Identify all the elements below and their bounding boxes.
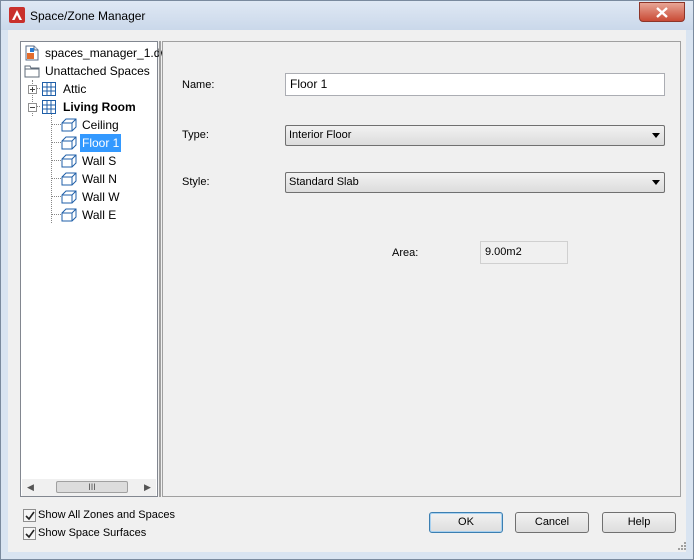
- type-dropdown[interactable]: Interior Floor: [285, 125, 665, 146]
- drawing-file-icon: [25, 45, 39, 61]
- title-bar[interactable]: Space/Zone Manager: [1, 1, 693, 30]
- tree-item-label-selected: Floor 1: [80, 134, 122, 152]
- panel-splitter[interactable]: [159, 41, 161, 497]
- tree-item-wall-w[interactable]: Wall W: [21, 188, 157, 206]
- expand-plus-icon[interactable]: [28, 85, 37, 94]
- tree-item-wall-n[interactable]: Wall N: [21, 170, 157, 188]
- show-space-surfaces-label[interactable]: Show Space Surfaces: [38, 527, 146, 539]
- tree-item-floor-1[interactable]: Floor 1: [21, 134, 157, 152]
- tree-item-wall-e[interactable]: Wall E: [21, 206, 157, 224]
- tree-item-attic[interactable]: Attic: [21, 80, 157, 98]
- tree-item-unattached-spaces[interactable]: Unattached Spaces: [21, 62, 157, 80]
- name-label: Name:: [182, 79, 215, 91]
- cancel-button[interactable]: Cancel: [515, 512, 589, 533]
- folder-icon: [24, 65, 40, 78]
- style-label: Style:: [182, 176, 210, 188]
- type-label: Type:: [182, 129, 209, 141]
- area-label: Area:: [392, 247, 419, 259]
- scroll-right-icon[interactable]: ▶: [139, 479, 156, 496]
- surface-icon: [61, 172, 77, 186]
- dialog-body: spaces_manager_1.dwg Unattached Spaces A…: [8, 30, 686, 552]
- name-field[interactable]: Floor 1: [285, 73, 665, 96]
- tree-item-drawing[interactable]: spaces_manager_1.dwg: [21, 44, 176, 62]
- chevron-down-icon: [652, 180, 660, 185]
- chevron-down-icon: [652, 133, 660, 138]
- tree-item-label: Attic: [63, 82, 87, 96]
- help-button[interactable]: Help: [602, 512, 676, 533]
- zone-grid-icon: [42, 82, 56, 96]
- resize-grip-icon[interactable]: [676, 540, 686, 550]
- type-dropdown-value: Interior Floor: [289, 129, 352, 141]
- close-button[interactable]: [639, 2, 685, 22]
- show-all-zones-checkbox[interactable]: [23, 509, 36, 522]
- tree-item-ceiling[interactable]: Ceiling: [21, 116, 157, 134]
- space-tree[interactable]: spaces_manager_1.dwg Unattached Spaces A…: [20, 41, 176, 497]
- tree-item-label: Unattached Spaces: [45, 64, 150, 78]
- style-dropdown[interactable]: Standard Slab: [285, 172, 665, 193]
- scroll-thumb[interactable]: III: [56, 481, 128, 493]
- checkmark-icon: [25, 511, 35, 521]
- show-space-surfaces-checkbox[interactable]: [23, 527, 36, 540]
- surface-icon: [61, 118, 77, 132]
- surface-icon: [61, 136, 77, 150]
- autocad-app-icon: [9, 7, 25, 23]
- ok-button[interactable]: OK: [429, 512, 503, 533]
- close-icon: [656, 7, 668, 18]
- scroll-left-icon[interactable]: ◀: [22, 479, 39, 496]
- tree-item-wall-s[interactable]: Wall S: [21, 152, 157, 170]
- window-title: Space/Zone Manager: [30, 9, 146, 23]
- checkmark-icon: [25, 529, 35, 539]
- tree-item-label: Ceiling: [82, 118, 119, 132]
- tree-item-label: Wall W: [82, 190, 120, 204]
- tree-item-label: Wall S: [82, 154, 117, 168]
- tree-item-living-room[interactable]: Living Room: [21, 98, 157, 116]
- collapse-minus-icon[interactable]: [28, 103, 37, 112]
- tree-item-label: Living Room: [63, 100, 136, 114]
- surface-icon: [61, 208, 77, 222]
- surface-icon: [61, 154, 77, 168]
- show-all-zones-label[interactable]: Show All Zones and Spaces: [38, 509, 175, 521]
- properties-panel: Name: Floor 1 Type: Interior Floor Style…: [162, 41, 681, 497]
- tree-horizontal-scrollbar[interactable]: ◀ III ▶: [22, 479, 156, 496]
- style-dropdown-value: Standard Slab: [289, 176, 359, 188]
- tree-item-label: Wall N: [82, 172, 117, 186]
- area-value: 9.00m2: [480, 241, 568, 264]
- tree-item-label: spaces_manager_1.dwg: [45, 46, 176, 60]
- tree-item-label: Wall E: [82, 208, 117, 222]
- surface-icon: [61, 190, 77, 204]
- zone-grid-icon: [42, 100, 56, 114]
- space-zone-manager-window: Space/Zone Manager spaces_manager_1.dwg …: [0, 0, 694, 560]
